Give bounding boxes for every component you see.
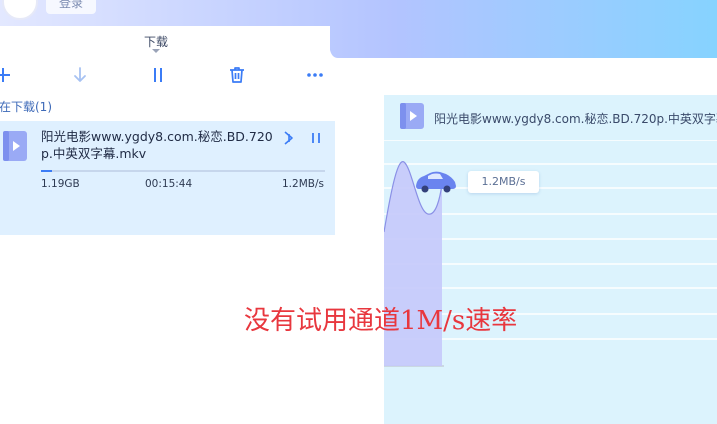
file-name: 阳光电影www.ygdy8.com.秘恋.BD.720p.中英双字幕.mkv — [41, 129, 273, 161]
video-file-icon — [400, 103, 424, 129]
speed-panel-title: 阳光电影www.ygdy8.com.秘恋.BD.720p.中英双字幕.mkv — [434, 112, 717, 126]
login-button[interactable]: 登录 — [46, 0, 96, 14]
add-icon[interactable] — [0, 64, 14, 86]
overlay-caption: 没有试用通道1M/s速率 — [244, 306, 518, 336]
current-speed-badge: 1.2MB/s — [468, 171, 539, 193]
downloading-section-label: 正在下载(1) — [0, 100, 52, 114]
speed-chart — [384, 140, 717, 367]
trash-icon[interactable] — [226, 64, 248, 86]
chevron-down-icon — [152, 49, 160, 53]
download-speed: 1.2MB/s — [282, 178, 324, 190]
pause-task-icon[interactable] — [308, 130, 324, 146]
more-icon[interactable] — [304, 64, 326, 86]
car-icon — [416, 171, 456, 193]
pause-icon[interactable] — [147, 64, 169, 86]
toolbar — [0, 58, 717, 92]
video-file-icon — [3, 131, 27, 161]
tab-download[interactable]: 下载 — [144, 33, 168, 50]
speed-boost-icon[interactable] — [281, 130, 297, 146]
progress-bar — [41, 170, 325, 172]
tab-corner — [312, 26, 338, 58]
download-arrow-icon[interactable] — [69, 64, 91, 86]
time-remaining: 00:15:44 — [145, 178, 193, 190]
file-size: 1.19GB — [41, 178, 80, 190]
progress-fill — [41, 170, 53, 172]
